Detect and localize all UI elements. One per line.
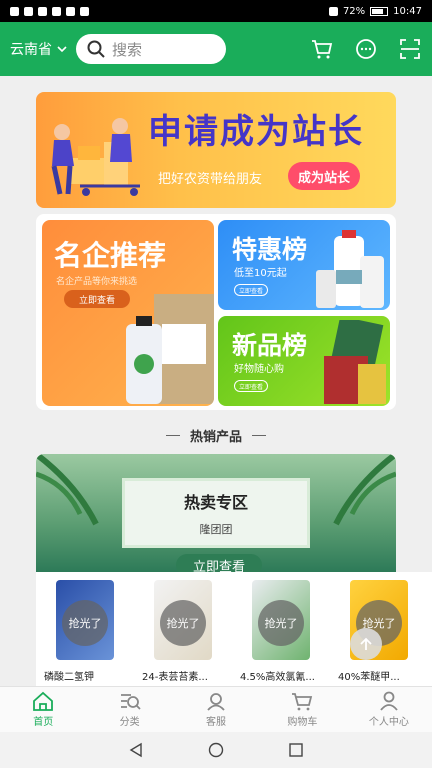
tab-cart[interactable]: 购物车 — [259, 687, 345, 732]
back-icon[interactable] — [128, 742, 144, 758]
fertilizer-bag-image — [126, 294, 214, 404]
hot-products-heading: 热销产品 — [0, 426, 432, 445]
new-title: 新品榜 — [232, 331, 308, 360]
product-card[interactable]: 抢光了 4.5%高效氯氰... — [232, 572, 330, 686]
sold-out-badge: 抢光了 — [62, 600, 108, 646]
hot-sale-view-button[interactable]: 立即查看 — [176, 554, 262, 572]
chat-icon — [80, 6, 89, 16]
cart-icon — [292, 693, 313, 711]
tab-label: 首页 — [33, 717, 54, 728]
banner-title: 申请成为站长 — [148, 112, 364, 152]
tab-service[interactable]: 客服 — [173, 687, 259, 732]
famous-subtitle: 名企产品等你来挑选 — [56, 277, 138, 287]
user-icon — [380, 691, 398, 711]
tab-label: 分类 — [119, 717, 140, 728]
app-header: 云南省 搜索 — [0, 22, 432, 76]
system-navigation-bar — [0, 732, 432, 768]
clock: 10:47 — [393, 5, 422, 17]
famous-brands-tile[interactable]: 名企推荐 名企产品等你来挑选 立即查看 — [42, 220, 214, 406]
hot-sale-subtitle: 隆团团 — [199, 523, 233, 536]
eye-icon — [66, 6, 75, 16]
famous-title: 名企推荐 — [54, 239, 167, 272]
new-products-tile[interactable]: 新品榜 好物随心购 立即查看 — [218, 316, 390, 406]
recents-icon[interactable] — [288, 742, 304, 758]
arrow-up-icon — [360, 637, 372, 650]
new-subtitle: 好物随心购 — [234, 364, 284, 375]
deals-subtitle: 低至10元起 — [234, 268, 287, 279]
product-name: 磷酸二氢钾 — [44, 672, 94, 683]
hot-sale-frame: 热卖专区 隆团团 — [122, 478, 310, 548]
tab-category[interactable]: 分类 — [86, 687, 172, 732]
new-view-button[interactable]: 立即查看 — [234, 380, 268, 392]
category-search-icon — [120, 694, 141, 710]
bottom-tab-bar: 首页 分类 客服 购物车 个人中心 — [0, 686, 432, 732]
alarm-icon — [328, 6, 338, 16]
sold-out-badge: 抢光了 — [160, 600, 206, 646]
deals-tile[interactable]: 特惠榜 低至10元起 立即查看 — [218, 220, 390, 310]
battery-percent: 72% — [342, 5, 366, 17]
search-placeholder: 搜索 — [112, 40, 143, 59]
product-card[interactable]: 抢光了 磷酸二氢钾 — [36, 572, 134, 686]
famous-view-button[interactable]: 立即查看 — [64, 290, 130, 308]
wifi-icon — [38, 6, 47, 16]
become-station-button[interactable]: 成为站长 — [288, 162, 360, 190]
hot-sale-banner[interactable]: 热卖专区 隆团团 立即查看 — [36, 454, 396, 572]
tab-label: 个人中心 — [368, 717, 409, 728]
headset-icon — [207, 693, 225, 711]
section-title: 热销产品 — [189, 430, 242, 445]
search-input[interactable]: 搜索 — [76, 34, 226, 64]
banner-subtitle: 把好农资带给朋友 — [158, 172, 263, 187]
home-icon — [33, 691, 54, 711]
pesticide-bottles-image — [316, 230, 384, 308]
scroll-to-top-button[interactable] — [350, 628, 382, 660]
product-name: 4.5%高效氯氰... — [240, 672, 315, 683]
battery-icon — [370, 6, 389, 16]
search-icon — [87, 40, 105, 58]
product-card[interactable]: 抢光了 40%苯醚甲... — [330, 572, 428, 686]
sim-icon — [10, 6, 19, 16]
feature-grid: 名企推荐 名企产品等你来挑选 立即查看 特惠榜 低至10元起 立即查看 新品榜 … — [36, 214, 396, 410]
deals-title: 特惠榜 — [232, 235, 308, 264]
tab-label: 购物车 — [287, 717, 318, 728]
scan-icon[interactable] — [398, 37, 422, 61]
product-name: 24-表芸苔素... — [142, 672, 208, 683]
message-icon[interactable] — [354, 37, 378, 61]
province-label: 云南省 — [10, 42, 52, 58]
seed-packs-image — [324, 320, 386, 404]
tab-home[interactable]: 首页 — [0, 687, 86, 732]
province-selector[interactable]: 云南省 — [10, 39, 68, 59]
delivery-illustration — [51, 118, 140, 196]
tab-profile[interactable]: 个人中心 — [346, 687, 432, 732]
tab-label: 客服 — [206, 717, 227, 728]
deals-view-button[interactable]: 立即查看 — [234, 284, 268, 296]
headset-icon — [52, 6, 61, 16]
sold-out-badge: 抢光了 — [258, 600, 304, 646]
home-circle-icon[interactable] — [208, 742, 224, 758]
cart-icon[interactable] — [310, 37, 334, 61]
heading-divider — [165, 435, 180, 436]
chevron-down-icon — [57, 46, 67, 53]
product-name: 40%苯醚甲... — [338, 672, 400, 683]
signal-icon — [24, 6, 33, 16]
home-content[interactable]: 申请成为站长 把好农资带给朋友 成为站长 名企推荐 名企产品等你来挑选 立即查看… — [0, 76, 432, 686]
product-card[interactable]: 抢光了 24-表芸苔素... — [134, 572, 232, 686]
hot-sale-title: 热卖专区 — [183, 493, 248, 512]
heading-divider — [252, 435, 266, 436]
become-station-banner[interactable]: 申请成为站长 把好农资带给朋友 成为站长 — [36, 92, 396, 208]
status-bar: 72% 10:47 — [0, 0, 432, 22]
